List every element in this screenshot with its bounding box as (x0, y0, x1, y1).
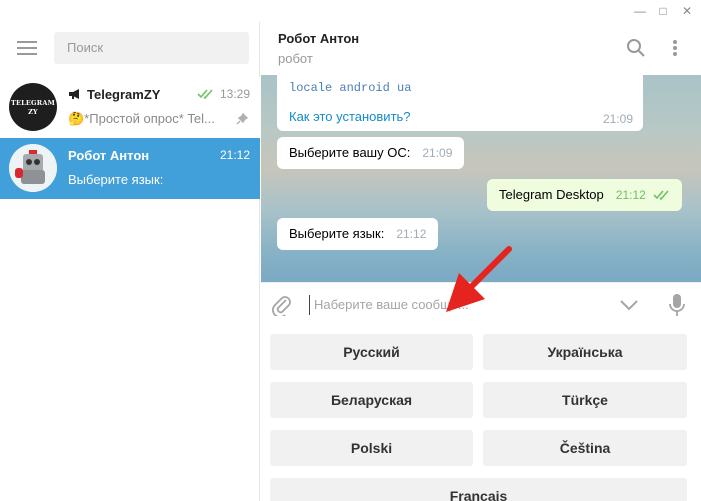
megaphone-icon (69, 89, 79, 99)
message-time: 21:09 (602, 112, 633, 126)
more-icon[interactable] (672, 39, 678, 57)
keyboard-button-turkish[interactable]: Türkçe (483, 382, 687, 418)
chat-time: 13:29 (219, 87, 250, 101)
keyboard-button-belarusian[interactable]: Беларуская (270, 382, 473, 418)
keyboard-button-czech[interactable]: Čeština (483, 430, 687, 466)
keyboard-button-french[interactable]: Français (270, 478, 687, 501)
paperclip-icon[interactable] (272, 294, 292, 316)
message-composer: Наберите ваше сообще... (261, 282, 701, 324)
menu-icon[interactable] (17, 41, 37, 55)
message-time: 21:12 (615, 188, 646, 202)
message-input[interactable]: Наберите ваше сообще... (309, 295, 609, 315)
microphone-icon[interactable] (669, 293, 685, 317)
peer-name[interactable]: Робот Антон (278, 31, 359, 46)
message-bubble: Выберите вашу ОС: 21:09 (277, 137, 465, 169)
chat-item-robot-anton[interactable]: Робот Антон 21:12 Выберите язык: (0, 138, 260, 199)
chat-item-telegramzy[interactable]: TELEGRAM ZY TelegramZY 13:29 🤔*Простой о… (0, 77, 260, 138)
pin-icon (236, 113, 248, 125)
chevron-down-icon[interactable] (619, 299, 639, 311)
message-bubble: locale android ua Как это установить? 21… (277, 75, 643, 131)
search-icon[interactable] (626, 38, 646, 58)
search-input[interactable]: Поиск (54, 32, 249, 64)
minimize-button[interactable]: — (630, 2, 650, 20)
message-text: Telegram Desktop (499, 187, 604, 202)
close-button[interactable]: ✕ (677, 2, 697, 20)
double-check-icon (653, 190, 670, 201)
double-check-icon (197, 89, 213, 99)
message-text: Выберите язык: (289, 226, 385, 241)
chat-last-message: 🤔*Простой опрос* Tel... (68, 111, 215, 126)
window-titlebar: — □ ✕ (0, 0, 701, 22)
avatar (9, 144, 57, 192)
message-time: 21:12 (396, 227, 427, 241)
maximize-button[interactable]: □ (653, 2, 673, 20)
chat-time: 21:12 (219, 148, 250, 162)
message-history[interactable]: locale android ua Как это установить? 21… (261, 75, 701, 282)
peer-status: робот (278, 51, 313, 66)
message-text: Выберите вашу ОС: (289, 145, 411, 160)
keyboard-button-russian[interactable]: Русский (270, 334, 473, 370)
avatar: TELEGRAM ZY (9, 83, 57, 131)
chat-last-message: Выберите язык: (68, 172, 164, 187)
bot-keyboard: Русский Українська Беларуская Türkçe Pol… (261, 324, 701, 501)
message-bubble: Выберите язык: 21:12 (277, 218, 439, 250)
code-text: locale android ua (289, 81, 412, 95)
conversation-panel: Робот Антон робот locale android ua Как … (261, 22, 701, 501)
chat-list-panel: Поиск TELEGRAM ZY TelegramZY 13:29 🤔*Про… (0, 22, 260, 501)
chat-header: Робот Антон робот (261, 22, 701, 75)
message-bubble-outgoing: Telegram Desktop 21:12 (487, 179, 683, 211)
chat-name: Робот Антон (68, 148, 150, 163)
message-time: 21:09 (422, 146, 453, 160)
keyboard-button-polish[interactable]: Polski (270, 430, 473, 466)
keyboard-button-ukrainian[interactable]: Українська (483, 334, 687, 370)
message-link[interactable]: Как это установить? (289, 109, 631, 124)
chat-name: TelegramZY (68, 87, 160, 102)
